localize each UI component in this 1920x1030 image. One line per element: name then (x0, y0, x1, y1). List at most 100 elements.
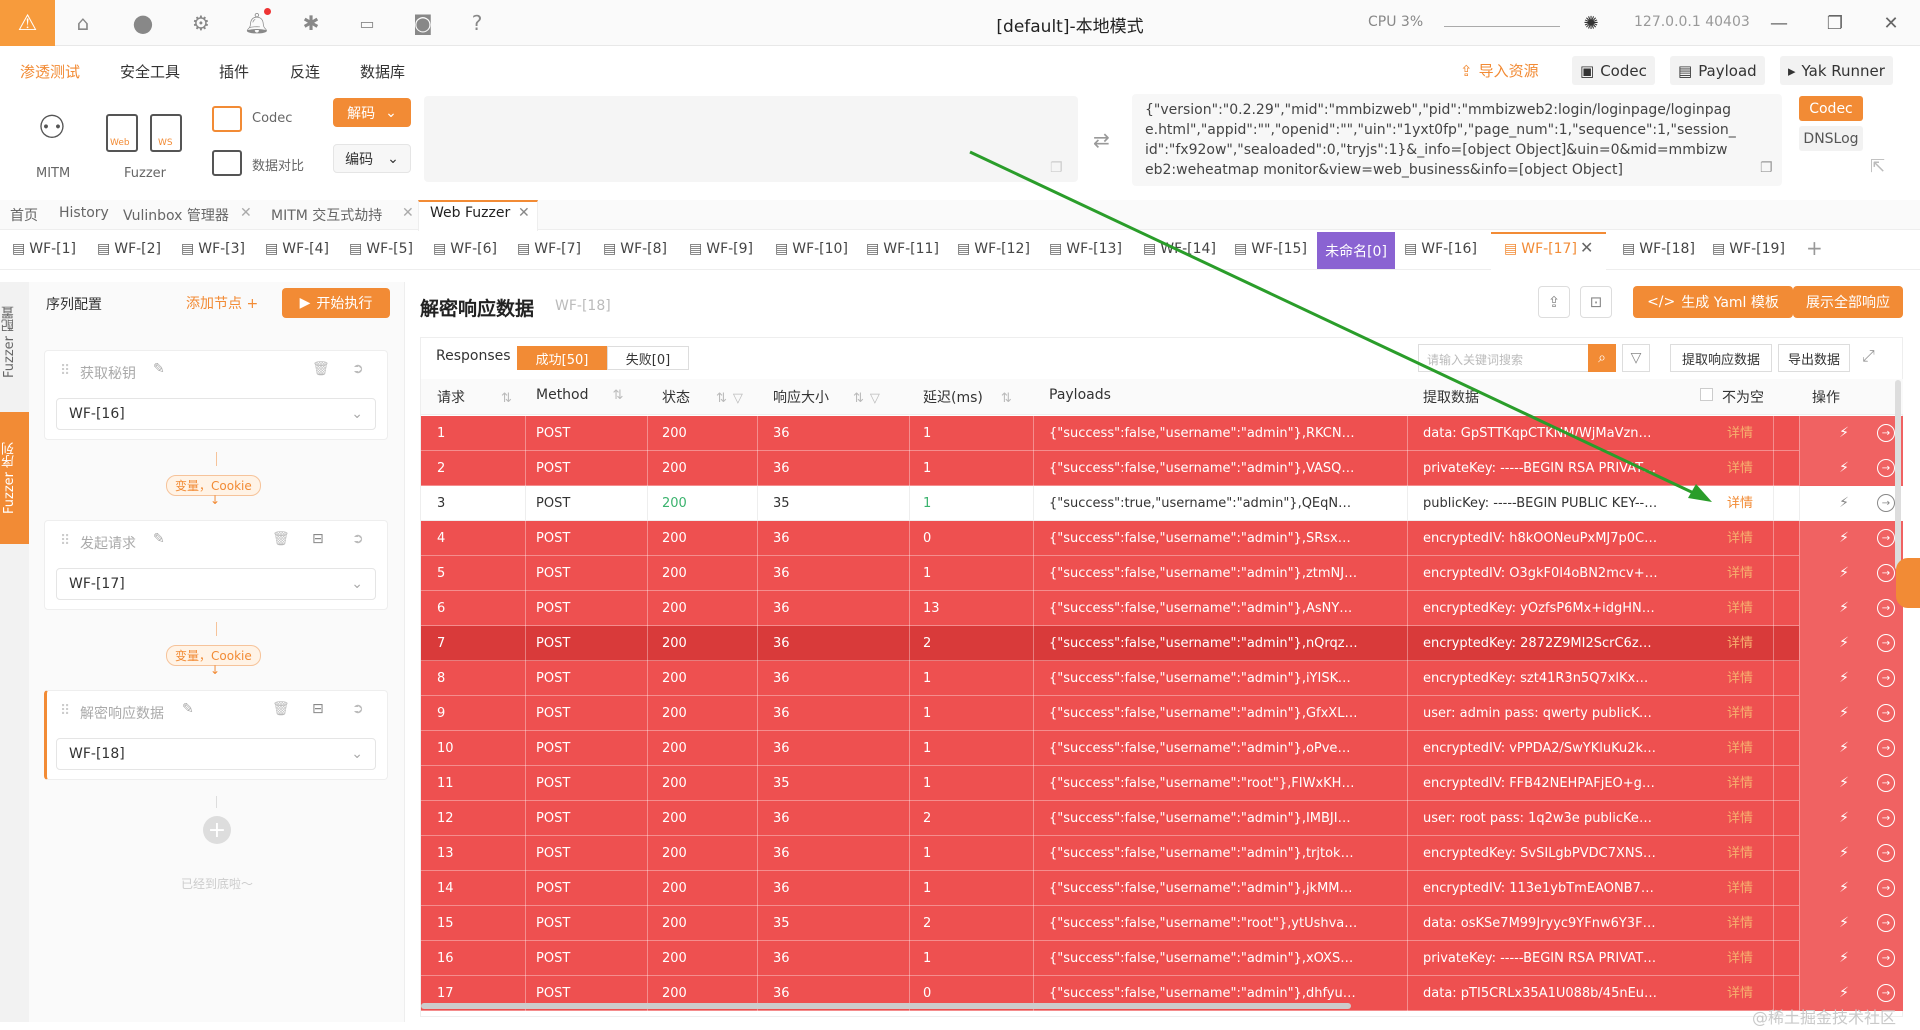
arrow-right-circle-icon[interactable]: → (1877, 564, 1895, 582)
start-run-button[interactable]: ▶ 开始执行 (282, 288, 390, 318)
table-row[interactable]: 7 POST 200 36 2 {"success":false,"username":"… (421, 626, 1903, 661)
dnslog-tag[interactable]: DNSLog (1799, 126, 1863, 151)
arrow-right-circle-icon[interactable]: → (1877, 459, 1895, 477)
edit-icon[interactable]: ✎ (153, 531, 165, 547)
yak-runner-button[interactable]: ▸ Yak Runner (1780, 56, 1893, 85)
maximize-icon[interactable]: ❐ (1818, 8, 1852, 38)
close-icon[interactable]: ✕ (1580, 238, 1593, 257)
engine-icon[interactable]: ✺ (1578, 10, 1604, 36)
col-method[interactable]: Method ⇅ (536, 387, 623, 403)
detail-link[interactable]: 详情 (1727, 451, 1767, 486)
table-row[interactable]: 13 POST 200 36 1 {"success":false,"username":… (421, 836, 1903, 871)
generate-yaml-button[interactable]: </> 生成 Yaml 模板 (1633, 286, 1793, 318)
menu-reverse[interactable]: 反连 (290, 61, 320, 82)
edit-icon[interactable]: ✎ (153, 361, 165, 377)
send-icon[interactable]: ⚡ (1835, 669, 1853, 687)
arrow-right-circle-icon[interactable]: → (1877, 704, 1895, 722)
send-icon[interactable]: ⚡ (1835, 599, 1853, 617)
wf-tab[interactable]: ▤ WF-[14] (1143, 241, 1216, 257)
vertical-scrollbar[interactable] (1895, 380, 1901, 570)
fail-tab[interactable]: 失败[0] (607, 346, 689, 370)
wf-tab[interactable]: ▤ WF-[11] (866, 241, 939, 257)
copy-icon[interactable]: ❐ (1050, 160, 1063, 176)
send-icon[interactable]: ⚡ (1835, 949, 1853, 967)
detail-link[interactable]: 详情 (1727, 486, 1767, 521)
send-icon[interactable]: ⚡ (1835, 424, 1853, 442)
detail-link[interactable]: 详情 (1727, 661, 1767, 696)
detail-link[interactable]: 详情 (1727, 731, 1767, 766)
detail-link[interactable]: 详情 (1727, 556, 1767, 591)
send-icon[interactable]: ⚡ (1835, 704, 1853, 722)
close-icon[interactable]: ✕ (1874, 8, 1908, 38)
send-icon[interactable]: ⚡ (1835, 984, 1853, 1002)
send-icon[interactable]: ⚡ (1835, 914, 1853, 932)
codec-button[interactable]: ▣ Codec (1572, 56, 1655, 85)
edit-icon[interactable]: ✎ (182, 701, 194, 717)
menu-pentest[interactable]: 渗透测试 (20, 61, 80, 82)
table-row[interactable]: 14 POST 200 36 1 {"success":false,"username":… (421, 871, 1903, 906)
arrow-right-circle-icon[interactable]: → (1877, 494, 1895, 512)
fuzzer-config-tab[interactable]: Fuzzer 配置 (0, 282, 29, 402)
tab-history[interactable]: History (59, 205, 109, 221)
arrow-right-circle-icon[interactable]: → (1877, 984, 1895, 1002)
send-icon[interactable]: ⚡ (1835, 459, 1853, 477)
wf-tab[interactable]: ▤ WF-[17] (1504, 241, 1577, 257)
tab-mitm[interactable]: MITM 交互式劫持 (271, 205, 382, 225)
help-icon[interactable]: ? (462, 8, 492, 38)
trash-icon[interactable]: 🗑︎ (272, 531, 290, 547)
wf-tab[interactable]: ▤ WF-[15] (1234, 241, 1307, 257)
detail-link[interactable]: 详情 (1727, 941, 1767, 976)
arrow-right-circle-icon[interactable]: → (1877, 669, 1895, 687)
terminal-icon[interactable]: ▭ (352, 8, 382, 38)
detail-link[interactable]: 详情 (1727, 521, 1767, 556)
web-fuzzer-icon[interactable]: Web (106, 114, 138, 152)
detail-link[interactable]: 详情 (1727, 906, 1767, 941)
drag-handle-icon[interactable]: ⠿ (60, 533, 70, 549)
arrow-right-circle-icon[interactable]: ➲ (352, 531, 364, 547)
detail-link[interactable]: 详情 (1727, 766, 1767, 801)
export-data-button[interactable]: 导出数据 (1778, 344, 1850, 372)
wf-tab[interactable]: ▤ WF-[4] (265, 241, 329, 257)
wf-tab[interactable]: ▤ WF-[5] (349, 241, 413, 257)
table-row[interactable]: 2 POST 200 36 1 {"success":false,"username":"… (421, 451, 1903, 486)
close-icon[interactable]: ✕ (402, 205, 414, 221)
wf-tab[interactable]: ▤ WF-[2] (97, 241, 161, 257)
success-tab[interactable]: 成功[50] (517, 346, 607, 370)
table-row[interactable]: 3 POST 200 35 1 {"success":true,"username":"a… (421, 486, 1903, 521)
node-select[interactable]: WF-[17] ⌄ (56, 568, 376, 600)
trash-icon[interactable]: 🗑︎ (312, 361, 330, 377)
warning-icon[interactable]: ⚠ (0, 0, 55, 46)
fuzzer-sequence-tab[interactable]: Fuzzer 序列 (0, 412, 29, 544)
import-resource-button[interactable]: ⇪ 导入资源 (1452, 56, 1547, 85)
menu-plugins[interactable]: 插件 (219, 61, 249, 82)
send-icon[interactable]: ⚡ (1835, 879, 1853, 897)
add-node-button[interactable]: 添加节点 + (186, 293, 258, 313)
table-row[interactable]: 15 POST 200 35 2 {"success":false,"username":… (421, 906, 1903, 941)
toggle-icon[interactable]: ⊟ (312, 701, 324, 717)
avatar-icon[interactable]: ● (128, 8, 158, 38)
arrow-right-circle-icon[interactable]: → (1877, 879, 1895, 897)
table-row[interactable]: 8 POST 200 36 1 {"success":false,"username":"… (421, 661, 1903, 696)
arrow-right-circle-icon[interactable]: → (1877, 739, 1895, 757)
detail-link[interactable]: 详情 (1727, 591, 1767, 626)
wf-tab[interactable]: ▤ WF-[7] (517, 241, 581, 257)
wf-tab[interactable]: ▤ WF-[18] (1622, 241, 1695, 257)
node-select[interactable]: WF-[18] ⌄ (56, 738, 376, 770)
not-empty-checkbox[interactable] (1700, 388, 1713, 401)
arrow-right-circle-icon[interactable]: → (1877, 599, 1895, 617)
wf-tab[interactable]: ▤ WF-[8] (603, 241, 667, 257)
sort-icon[interactable]: ⇅ (716, 391, 727, 406)
copy-output-icon[interactable]: ❐ (1760, 160, 1773, 176)
close-icon[interactable]: ✕ (518, 205, 530, 221)
tab-home[interactable]: 首页 (10, 205, 38, 225)
expand-icon[interactable]: ⤢ (1862, 346, 1875, 366)
decode-dropdown[interactable]: 解码 ⌄ (333, 98, 411, 127)
codec-tool-icon[interactable] (212, 106, 242, 132)
arrow-right-circle-icon[interactable]: → (1877, 914, 1895, 932)
wf-tab[interactable]: ▤ WF-[9] (689, 241, 753, 257)
sort-icon[interactable]: ⇅ (1001, 391, 1012, 406)
compare-icon[interactable] (212, 150, 242, 176)
horizontal-scrollbar[interactable] (421, 1003, 1351, 1009)
detail-link[interactable]: 详情 (1727, 416, 1767, 451)
col-status[interactable]: 状态 ⇅ ▽ (662, 387, 743, 407)
